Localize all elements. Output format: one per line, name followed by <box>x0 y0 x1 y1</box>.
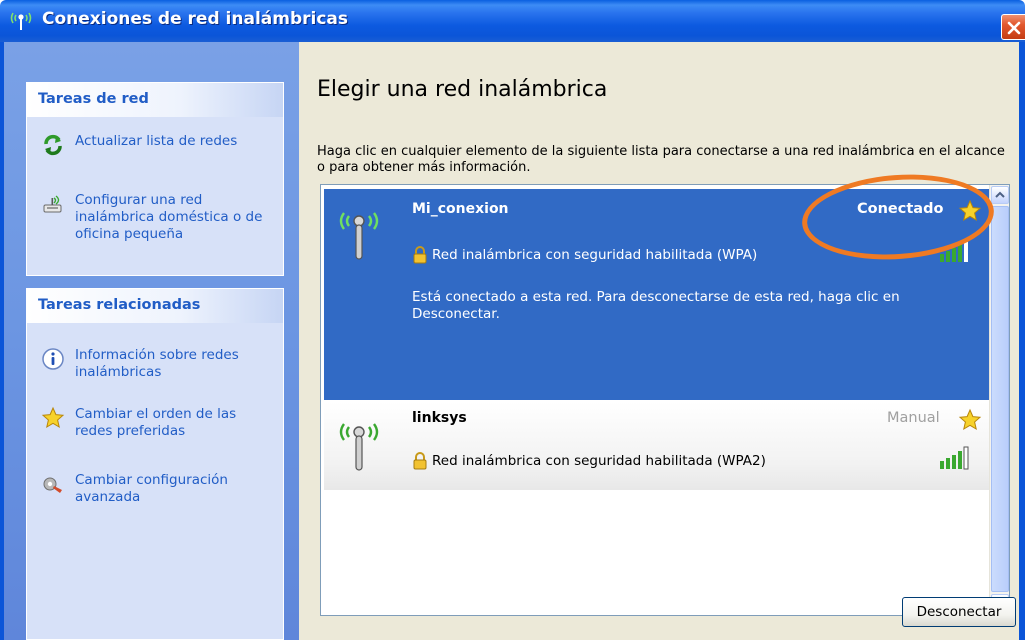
security-label: Red inalámbrica con seguridad habilitada… <box>432 247 758 263</box>
close-button[interactable] <box>1001 14 1025 40</box>
wireless-setup-icon <box>43 195 62 213</box>
related-tasks-header: Tareas relacionadas <box>27 289 283 323</box>
network-name: linksys <box>412 410 467 426</box>
network-tasks-group: Tareas de red Actualizar lista de redes <box>26 82 284 276</box>
scroll-thumb[interactable] <box>991 206 1009 592</box>
star-icon <box>958 408 982 431</box>
task-change-preferred-order[interactable]: Cambiar el orden de las redes preferidas <box>41 406 265 440</box>
connection-message: Está conectado a esta red. Para desconec… <box>412 289 900 322</box>
scroll-up-button[interactable] <box>991 186 1009 204</box>
window-frame-right <box>1019 42 1025 640</box>
star-icon <box>41 406 65 429</box>
disconnect-button[interactable]: Desconectar <box>902 597 1016 627</box>
related-tasks-group: Tareas relacionadas Información sobre re… <box>26 288 284 640</box>
network-security: Red inalámbrica con seguridad habilitada… <box>412 452 766 470</box>
network-name: Mi_conexion <box>412 201 509 217</box>
task-pane: Tareas de red Actualizar lista de redes <box>4 42 299 640</box>
connection-status: Manual <box>887 410 940 426</box>
main-panel: Elegir una red inalámbrica Haga clic en … <box>299 42 1019 640</box>
title-bar[interactable]: Conexiones de red inalámbricas <box>0 0 1025 42</box>
wireless-connections-window: Conexiones de red inalámbricas Tareas de… <box>0 0 1025 640</box>
page-description: Haga clic en cualquier elemento de la si… <box>317 144 1005 175</box>
task-label: Configurar una red inalámbrica doméstica… <box>75 192 263 242</box>
task-wireless-info[interactable]: Información sobre redes inalámbricas <box>41 347 265 381</box>
page-title: Elegir una red inalámbrica <box>317 77 608 102</box>
signal-strength-icon <box>940 446 969 470</box>
chevron-up-icon <box>995 191 1005 198</box>
security-label: Red inalámbrica con seguridad habilitada… <box>432 453 766 469</box>
task-label: Cambiar configuración avanzada <box>75 472 228 505</box>
vertical-scrollbar[interactable] <box>989 185 1009 615</box>
network-tasks-header: Tareas de red <box>27 83 283 117</box>
wireless-antenna-icon <box>339 212 379 260</box>
task-label: Cambiar el orden de las redes preferidas <box>75 406 237 439</box>
close-icon <box>1007 21 1021 35</box>
window-title: Conexiones de red inalámbricas <box>42 9 349 29</box>
network-item-linksys[interactable]: linksys Manual Red inalámbrica con segur… <box>324 402 989 490</box>
task-refresh-network-list[interactable]: Actualizar lista de redes <box>41 133 265 157</box>
wireless-antenna-icon <box>339 423 379 471</box>
refresh-icon <box>44 134 62 156</box>
task-label: Información sobre redes inalámbricas <box>75 347 239 380</box>
lock-icon <box>413 246 427 264</box>
task-setup-wireless-network[interactable]: Configurar una red inalámbrica doméstica… <box>41 192 265 243</box>
wireless-network-icon <box>10 12 32 30</box>
task-label: Actualizar lista de redes <box>75 133 238 149</box>
advanced-settings-icon <box>43 477 62 493</box>
info-icon <box>42 348 64 370</box>
lock-icon <box>413 452 427 470</box>
network-security: Red inalámbrica con seguridad habilitada… <box>412 246 757 264</box>
task-advanced-settings[interactable]: Cambiar configuración avanzada <box>41 472 265 506</box>
